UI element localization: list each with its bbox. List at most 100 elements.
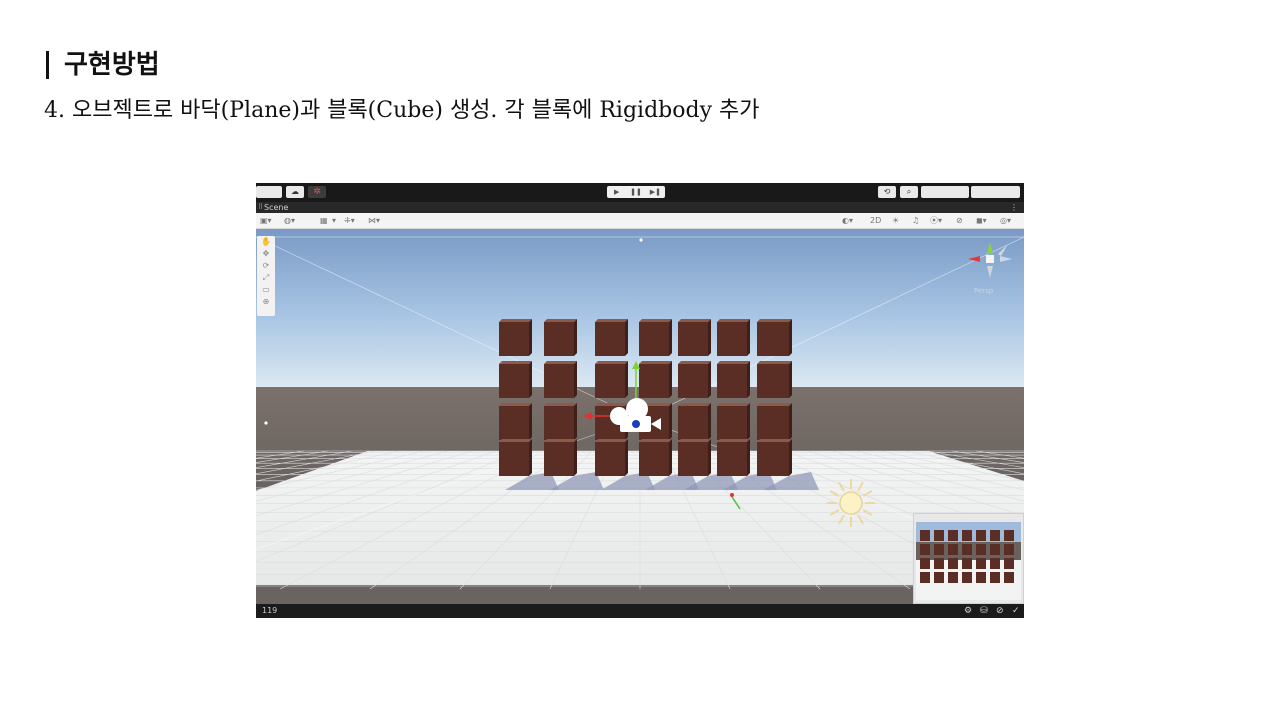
move-tool-icon[interactable]: ✥ bbox=[257, 248, 275, 260]
history-icon[interactable]: ⟲ bbox=[878, 186, 896, 198]
cube-block bbox=[595, 319, 628, 356]
pause-icon[interactable]: ❚❚ bbox=[626, 186, 645, 198]
cube-block bbox=[544, 439, 577, 476]
cube-block bbox=[717, 403, 750, 440]
title-accent-bar bbox=[46, 51, 49, 79]
hidden-objects-icon[interactable]: ⊘ bbox=[956, 215, 963, 226]
chevron-down-icon[interactable]: ▾ bbox=[332, 215, 336, 226]
preview-cube bbox=[976, 572, 986, 583]
camera-preview-render bbox=[916, 522, 1021, 600]
cube-block bbox=[499, 439, 532, 476]
lighting-icon[interactable]: ☀ bbox=[892, 215, 899, 226]
tab-scene[interactable]: Scene bbox=[264, 202, 288, 213]
camera-settings-icon[interactable]: ◼▾ bbox=[976, 215, 987, 226]
cube-block bbox=[595, 439, 628, 476]
cube-block bbox=[544, 403, 577, 440]
cube-block bbox=[595, 361, 628, 398]
cube-block bbox=[639, 361, 672, 398]
preview-cube bbox=[990, 544, 1000, 555]
cube-block bbox=[544, 361, 577, 398]
scene-view-toolbar: ▣▾ ◍▾ ▦ ▾ ⁜▾ ⋈▾ ◐▾ 2D ☀ ♫ ⦿▾ ⊘ ◼▾ ◎▾ bbox=[256, 213, 1024, 229]
cube-block bbox=[499, 361, 532, 398]
draw-mode-icon[interactable]: ▣▾ bbox=[260, 215, 272, 226]
cube-block bbox=[678, 439, 711, 476]
play-icon[interactable]: ▶ bbox=[607, 186, 626, 198]
preview-cube bbox=[934, 572, 944, 583]
cube-block bbox=[639, 319, 672, 356]
cube-block bbox=[544, 319, 577, 356]
cube-block bbox=[717, 319, 750, 356]
preview-cube bbox=[920, 572, 930, 583]
layers-dropdown[interactable] bbox=[921, 186, 969, 198]
transform-tool-icon[interactable]: ⊕ bbox=[257, 296, 275, 308]
layout-dropdown[interactable] bbox=[971, 186, 1020, 198]
collab-icon[interactable]: ✲ bbox=[308, 186, 326, 198]
cube-block bbox=[757, 361, 792, 398]
cube-block bbox=[757, 439, 792, 476]
scale-tool-icon[interactable]: ⤢ bbox=[257, 272, 275, 284]
cube-block bbox=[678, 403, 711, 440]
cache-icon[interactable]: ⛁ bbox=[980, 605, 988, 617]
preview-cube bbox=[948, 572, 958, 583]
scene-render bbox=[256, 229, 1024, 604]
orientation-gizmo-icon[interactable] bbox=[964, 234, 1016, 294]
unity-editor-screenshot: ☁ ✲ ▶ ❚❚ ▶❚ ⟲ ⌕ ⠿ Scene ⋮ ▣▾ ◍▾ ▦ ▾ ⁜▾ ⋈… bbox=[256, 183, 1024, 618]
preview-cube bbox=[934, 530, 944, 541]
preview-cube bbox=[976, 530, 986, 541]
tool-palette: ✋ ✥ ⟳ ⤢ ▭ ⊕ bbox=[257, 236, 275, 316]
cube-block bbox=[757, 403, 792, 440]
gizmos-icon[interactable]: ◎▾ bbox=[1000, 215, 1011, 226]
cube-block bbox=[717, 439, 750, 476]
preview-cube bbox=[990, 572, 1000, 583]
cube-block bbox=[678, 361, 711, 398]
grip-icon: ⠿ bbox=[258, 203, 264, 211]
rotate-tool-icon[interactable]: ⟳ bbox=[257, 260, 275, 272]
preview-cube bbox=[976, 544, 986, 555]
preview-cube bbox=[920, 530, 930, 541]
rect-tool-icon[interactable]: ▭ bbox=[257, 284, 275, 296]
camera-preview-panel bbox=[913, 513, 1024, 604]
preview-cube bbox=[990, 558, 1000, 569]
cube-block bbox=[499, 403, 532, 440]
slide-body-text: 4. 오브젝트로 바닥(Plane)과 블록(Cube) 생성. 각 블록에 R… bbox=[44, 98, 760, 123]
preview-cube bbox=[990, 530, 1000, 541]
step-icon[interactable]: ▶❚ bbox=[646, 186, 665, 198]
status-bar: 119 ⚙ ⛁ ⊘ ✓ bbox=[256, 604, 1024, 618]
projection-label[interactable]: Persp bbox=[974, 287, 993, 295]
preview-cube bbox=[934, 544, 944, 555]
preview-cube bbox=[948, 558, 958, 569]
scene-viewport[interactable]: ✋ ✥ ⟳ ⤢ ▭ ⊕ Persp bbox=[256, 229, 1024, 604]
shading-icon[interactable]: ◍▾ bbox=[284, 215, 295, 226]
check-icon[interactable]: ✓ bbox=[1012, 605, 1020, 617]
snap-icon[interactable]: ⁜▾ bbox=[344, 215, 355, 226]
cube-block bbox=[499, 319, 532, 356]
effects-icon[interactable]: ⦿▾ bbox=[930, 215, 942, 226]
kebab-menu-icon[interactable]: ⋮ bbox=[1010, 202, 1018, 213]
preview-cube bbox=[962, 530, 972, 541]
preview-cube bbox=[1004, 572, 1014, 583]
grid-icon[interactable]: ▦ bbox=[320, 215, 328, 226]
preview-cube bbox=[948, 544, 958, 555]
scene-tab-bar: ⠿ Scene ⋮ bbox=[256, 202, 1024, 213]
search-icon[interactable]: ⌕ bbox=[900, 186, 918, 198]
account-dropdown[interactable] bbox=[256, 186, 282, 198]
cube-block bbox=[757, 319, 792, 356]
preview-cube bbox=[962, 544, 972, 555]
hand-tool-icon[interactable]: ✋ bbox=[257, 236, 275, 248]
cloud-icon[interactable]: ☁ bbox=[286, 186, 304, 198]
render-mode-icon[interactable]: ◐▾ bbox=[842, 215, 853, 226]
preview-cube bbox=[1004, 530, 1014, 541]
slide-title: 구현방법 bbox=[64, 50, 160, 80]
status-count: 119 bbox=[262, 606, 278, 615]
cube-block bbox=[639, 439, 672, 476]
mute-icon[interactable]: ⊘ bbox=[996, 605, 1004, 617]
audio-icon[interactable]: ♫ bbox=[912, 215, 919, 226]
main-toolbar: ☁ ✲ ▶ ❚❚ ▶❚ ⟲ ⌕ bbox=[256, 183, 1024, 202]
debug-icon[interactable]: ⚙ bbox=[964, 605, 972, 617]
preview-cube bbox=[920, 558, 930, 569]
preview-cube bbox=[920, 544, 930, 555]
preview-cube bbox=[1004, 558, 1014, 569]
toggle-2d-button[interactable]: 2D bbox=[870, 215, 881, 226]
increment-snap-icon[interactable]: ⋈▾ bbox=[368, 215, 380, 226]
preview-cube bbox=[962, 558, 972, 569]
